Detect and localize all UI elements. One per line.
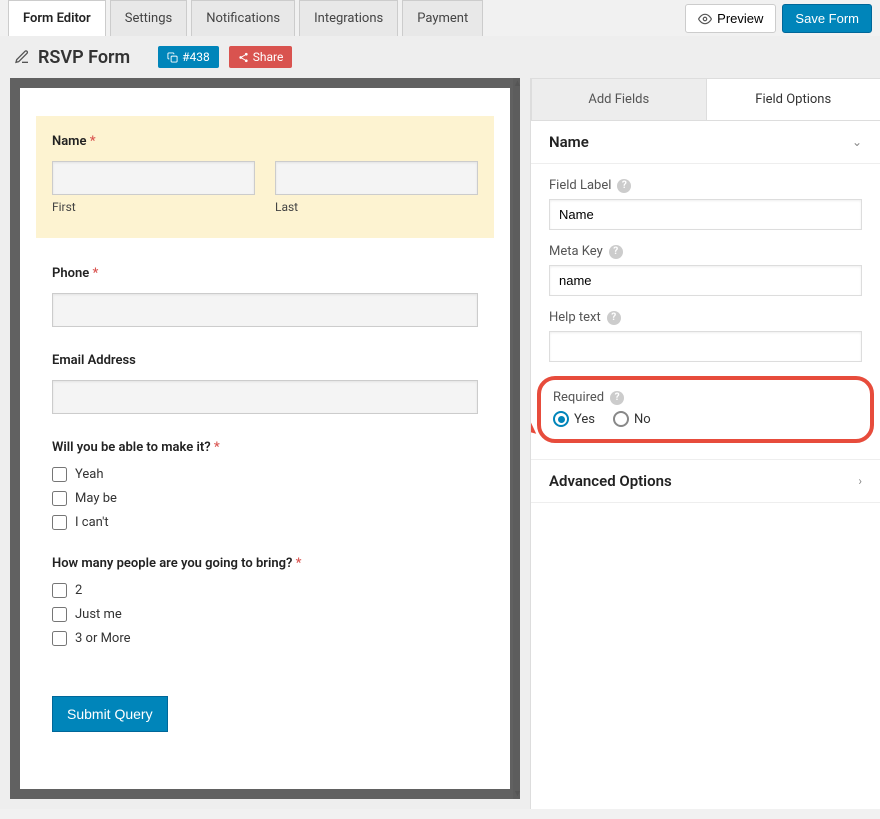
form-id-label: #438	[182, 50, 210, 64]
field-phone[interactable]: Phone *	[52, 266, 478, 327]
chevron-right-icon: ›	[858, 474, 862, 488]
required-highlight: ➤ Required ? Yes No	[537, 376, 874, 443]
section-title-advanced: Advanced Options	[549, 472, 672, 490]
field-label-input[interactable]	[549, 199, 862, 230]
help-text-label: Help text ?	[549, 310, 862, 325]
form-canvas: Name * First Last	[20, 88, 510, 789]
required-no-radio[interactable]: No	[613, 411, 651, 427]
tab-integrations[interactable]: Integrations	[299, 0, 398, 36]
help-icon[interactable]: ?	[607, 311, 621, 325]
tab-payment[interactable]: Payment	[402, 0, 483, 36]
share-icon	[238, 52, 249, 63]
field-guests[interactable]: How many people are you going to bring? …	[52, 556, 478, 646]
submit-button[interactable]: Submit Query	[52, 696, 168, 732]
field-label-label: Field Label ?	[549, 178, 862, 193]
guests-opt-0[interactable]: 2	[52, 583, 478, 598]
required-label: Required ?	[553, 390, 858, 405]
preview-label: Preview	[717, 11, 763, 26]
field-phone-label: Phone *	[52, 266, 478, 281]
tab-form-editor[interactable]: Form Editor	[8, 0, 106, 36]
phone-input[interactable]	[52, 293, 478, 327]
save-form-button[interactable]: Save Form	[782, 4, 872, 33]
field-options-panel: Add Fields Field Options Name ⌄ Field La…	[530, 78, 880, 809]
attend-opt-1[interactable]: May be	[52, 491, 478, 506]
form-id-badge[interactable]: #438	[158, 46, 219, 68]
last-sublabel: Last	[275, 200, 478, 214]
email-input[interactable]	[52, 380, 478, 414]
guests-opt-2[interactable]: 3 or More	[52, 631, 478, 646]
guests-opt-1[interactable]: Just me	[52, 607, 478, 622]
first-sublabel: First	[52, 200, 255, 214]
field-guests-label: How many people are you going to bring? …	[52, 556, 478, 571]
share-button[interactable]: Share	[229, 46, 293, 68]
attend-opt-0[interactable]: Yeah	[52, 467, 478, 482]
field-attend[interactable]: Will you be able to make it? * Yeah May …	[52, 440, 478, 530]
meta-key-label: Meta Key ?	[549, 244, 862, 259]
help-icon[interactable]: ?	[617, 179, 631, 193]
help-icon[interactable]: ?	[609, 245, 623, 259]
scroll-down-arrow[interactable]: ▼	[513, 788, 520, 799]
tab-settings[interactable]: Settings	[110, 0, 187, 36]
last-name-input[interactable]	[275, 161, 478, 195]
field-name-label: Name *	[52, 134, 478, 149]
scroll-up-arrow[interactable]: ▲	[513, 78, 520, 89]
preview-button[interactable]: Preview	[685, 4, 776, 33]
section-title-name: Name	[549, 133, 589, 151]
main-tabs: Form Editor Settings Notifications Integ…	[8, 0, 483, 36]
section-header-name[interactable]: Name ⌄	[531, 121, 880, 164]
first-name-input[interactable]	[52, 161, 255, 195]
field-email-label: Email Address	[52, 353, 478, 368]
copy-icon	[167, 52, 178, 63]
help-text-input[interactable]	[549, 331, 862, 362]
form-preview-column: Name * First Last	[0, 78, 530, 809]
eye-icon	[698, 12, 712, 26]
share-label: Share	[253, 50, 284, 64]
scrollbar[interactable]: ▲ ▼	[513, 78, 520, 799]
field-email[interactable]: Email Address	[52, 353, 478, 414]
attend-opt-2[interactable]: I can't	[52, 515, 478, 530]
field-attend-label: Will you be able to make it? *	[52, 440, 478, 455]
section-header-advanced[interactable]: Advanced Options ›	[531, 459, 880, 503]
form-title[interactable]: RSVP Form	[38, 47, 130, 68]
side-tab-field-options[interactable]: Field Options	[707, 78, 880, 120]
form-title-row: RSVP Form	[14, 47, 130, 68]
chevron-down-icon: ⌄	[852, 135, 862, 149]
meta-key-input[interactable]	[549, 265, 862, 296]
help-icon[interactable]: ?	[610, 391, 624, 405]
pencil-icon[interactable]	[14, 49, 30, 65]
side-tab-add-fields[interactable]: Add Fields	[531, 78, 707, 120]
tab-notifications[interactable]: Notifications	[191, 0, 295, 36]
required-yes-radio[interactable]: Yes	[553, 411, 595, 427]
arrow-annotation: ➤	[531, 406, 548, 446]
field-name[interactable]: Name * First Last	[36, 116, 494, 238]
